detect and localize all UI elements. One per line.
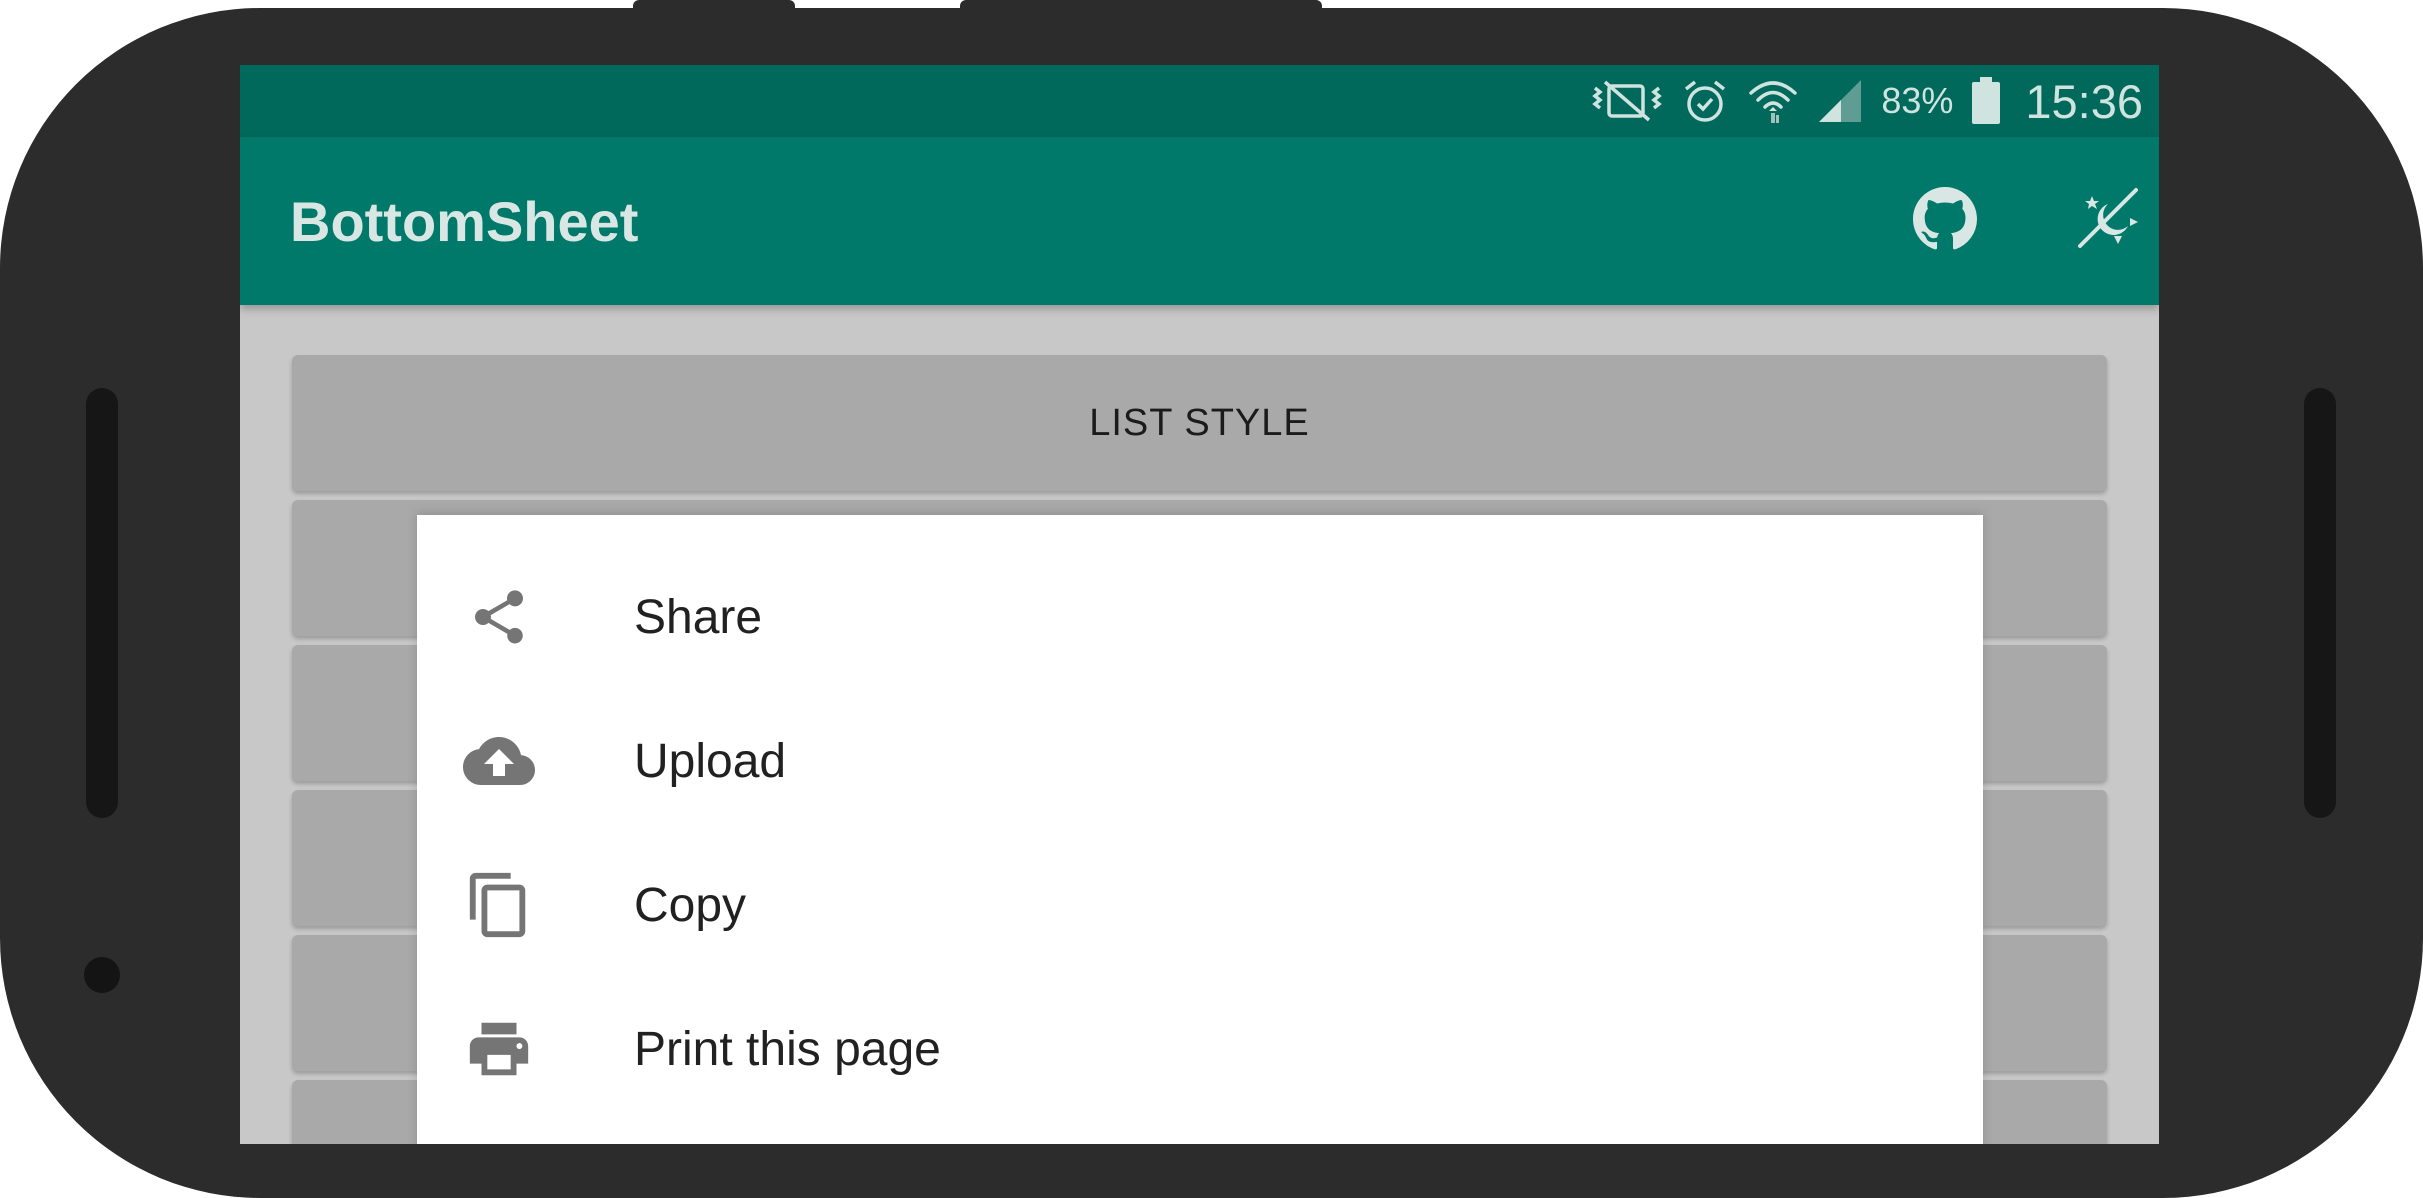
clock: 15:36 — [2025, 74, 2143, 128]
phone-button-left — [633, 0, 795, 14]
theme-toggle-button[interactable] — [2067, 179, 2151, 263]
screen: 83% 15:36 BottomSheet LIST STYLE Share U… — [240, 65, 2159, 1144]
signal-icon — [1817, 78, 1863, 124]
battery-percent: 83% — [1881, 80, 1954, 121]
sheet-item-print[interactable]: Print this page — [417, 977, 1983, 1121]
phone-camera — [84, 957, 120, 993]
vibrate-icon — [1591, 78, 1663, 124]
wifi-icon — [1747, 75, 1799, 127]
print-icon — [463, 1013, 535, 1085]
phone-speaker-right — [2304, 388, 2336, 818]
sheet-item-label: Print this page — [634, 1022, 941, 1076]
sheet-item-upload[interactable]: Upload — [417, 689, 1983, 833]
sheet-item-label: Upload — [634, 734, 787, 788]
share-icon — [463, 581, 535, 653]
github-button[interactable] — [1903, 179, 1987, 263]
status-bar: 83% 15:36 — [240, 65, 2159, 137]
sheet-item-share[interactable]: Share — [417, 545, 1983, 689]
alarm-icon — [1681, 77, 1729, 125]
status-icons: 83% 15:36 — [1591, 65, 2143, 137]
bottom-sheet: Share Upload Copy Print this page — [417, 515, 1983, 1144]
sheet-item-label: Copy — [634, 878, 747, 932]
list-style-button[interactable]: LIST STYLE — [292, 355, 2107, 491]
app-title: BottomSheet — [290, 189, 639, 253]
sheet-item-copy[interactable]: Copy — [417, 833, 1983, 977]
copy-icon — [463, 869, 535, 941]
battery-icon — [1971, 77, 2001, 125]
theme-toggle-icon — [2074, 184, 2144, 259]
github-icon — [1913, 186, 1977, 256]
cloud-upload-icon — [463, 725, 535, 797]
app-bar: BottomSheet — [240, 137, 2159, 305]
phone-speaker-left — [86, 388, 118, 818]
phone-button-right — [960, 0, 1322, 14]
sheet-item-label: Share — [634, 590, 763, 644]
